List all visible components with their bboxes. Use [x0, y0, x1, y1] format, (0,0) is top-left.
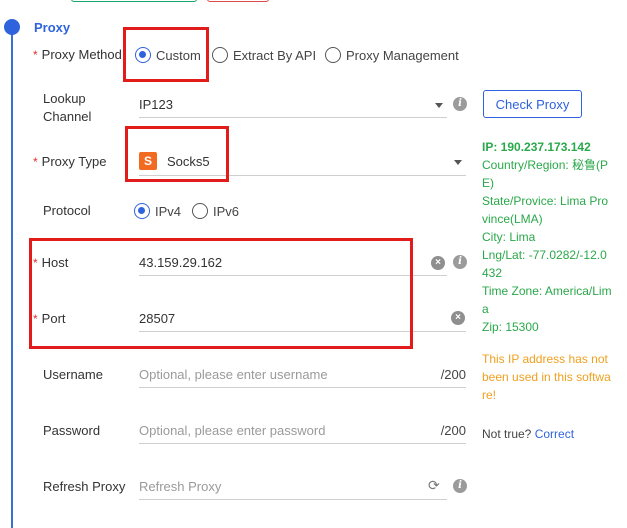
password-input[interactable]: Optional, please enter password /200 — [139, 419, 466, 444]
proxy-method-label: * Proxy Method — [33, 47, 122, 62]
clear-icon[interactable]: × — [431, 256, 445, 270]
top-button-partial-red[interactable] — [207, 0, 269, 2]
city: City: Lima — [482, 230, 536, 244]
info-icon[interactable]: i — [453, 255, 467, 269]
password-counter: /200 — [440, 423, 466, 438]
ip-address: IP: 190.237.173.142 — [482, 140, 591, 154]
zip: Zip: 15300 — [482, 320, 539, 334]
lng-lat: Lng/Lat: -77.0282/-12.0432 — [482, 248, 607, 280]
highlight-box-custom — [123, 27, 209, 82]
username-counter: /200 — [440, 367, 466, 382]
highlight-box-host-port — [29, 238, 413, 349]
username-input[interactable]: Optional, please enter username /200 — [139, 363, 466, 388]
correct-link[interactable]: Correct — [535, 427, 574, 441]
chevron-down-icon — [454, 160, 462, 165]
clear-icon[interactable]: × — [451, 311, 465, 325]
protocol-label: Protocol — [43, 203, 91, 218]
time-zone: Time Zone: America/Lima — [482, 284, 612, 316]
refresh-proxy-label: Refresh Proxy — [43, 479, 126, 494]
state-province: State/Provice: Lima Province(LMA) — [482, 194, 609, 226]
ip-info-panel: IP: 190.237.173.142 Country/Region: 秘鲁(P… — [482, 138, 612, 336]
timeline-dot — [4, 19, 20, 35]
proxy-type-label: * Proxy Type — [33, 154, 107, 169]
ip-unused-warning: This IP address has not been used in thi… — [482, 352, 611, 402]
radio-unchecked-icon — [192, 203, 208, 219]
required-mark: * — [33, 48, 38, 62]
not-true-text: Not true? Correct — [482, 427, 575, 441]
required-mark: * — [33, 155, 38, 169]
info-icon[interactable]: i — [453, 479, 467, 493]
password-label: Password — [43, 423, 101, 438]
timeline-line — [11, 24, 13, 528]
section-title: Proxy — [34, 20, 71, 35]
check-proxy-button[interactable]: Check Proxy — [483, 90, 582, 118]
chevron-down-icon — [435, 103, 443, 108]
radio-checked-icon — [134, 203, 150, 219]
radio-unchecked-icon — [212, 47, 228, 63]
country-region: Country/Region: 秘鲁(PE) — [482, 158, 609, 190]
radio-ipv6[interactable]: IPv6 — [192, 203, 239, 219]
radio-unchecked-icon — [325, 47, 341, 63]
radio-proxy-management[interactable]: Proxy Management — [325, 47, 459, 63]
highlight-box-proxy-type — [125, 126, 229, 182]
username-label: Username — [43, 367, 103, 382]
radio-extract-by-api[interactable]: Extract By API — [212, 47, 316, 63]
lookup-channel-select[interactable]: IP123 — [139, 93, 447, 118]
lookup-channel-label: Lookup Channel — [43, 91, 92, 124]
refresh-proxy-input[interactable]: Refresh Proxy — [139, 475, 447, 500]
radio-ipv4[interactable]: IPv4 — [134, 203, 181, 219]
info-icon[interactable]: i — [453, 97, 467, 111]
top-button-partial[interactable] — [71, 0, 197, 2]
refresh-icon[interactable]: ⟳ — [428, 477, 440, 494]
